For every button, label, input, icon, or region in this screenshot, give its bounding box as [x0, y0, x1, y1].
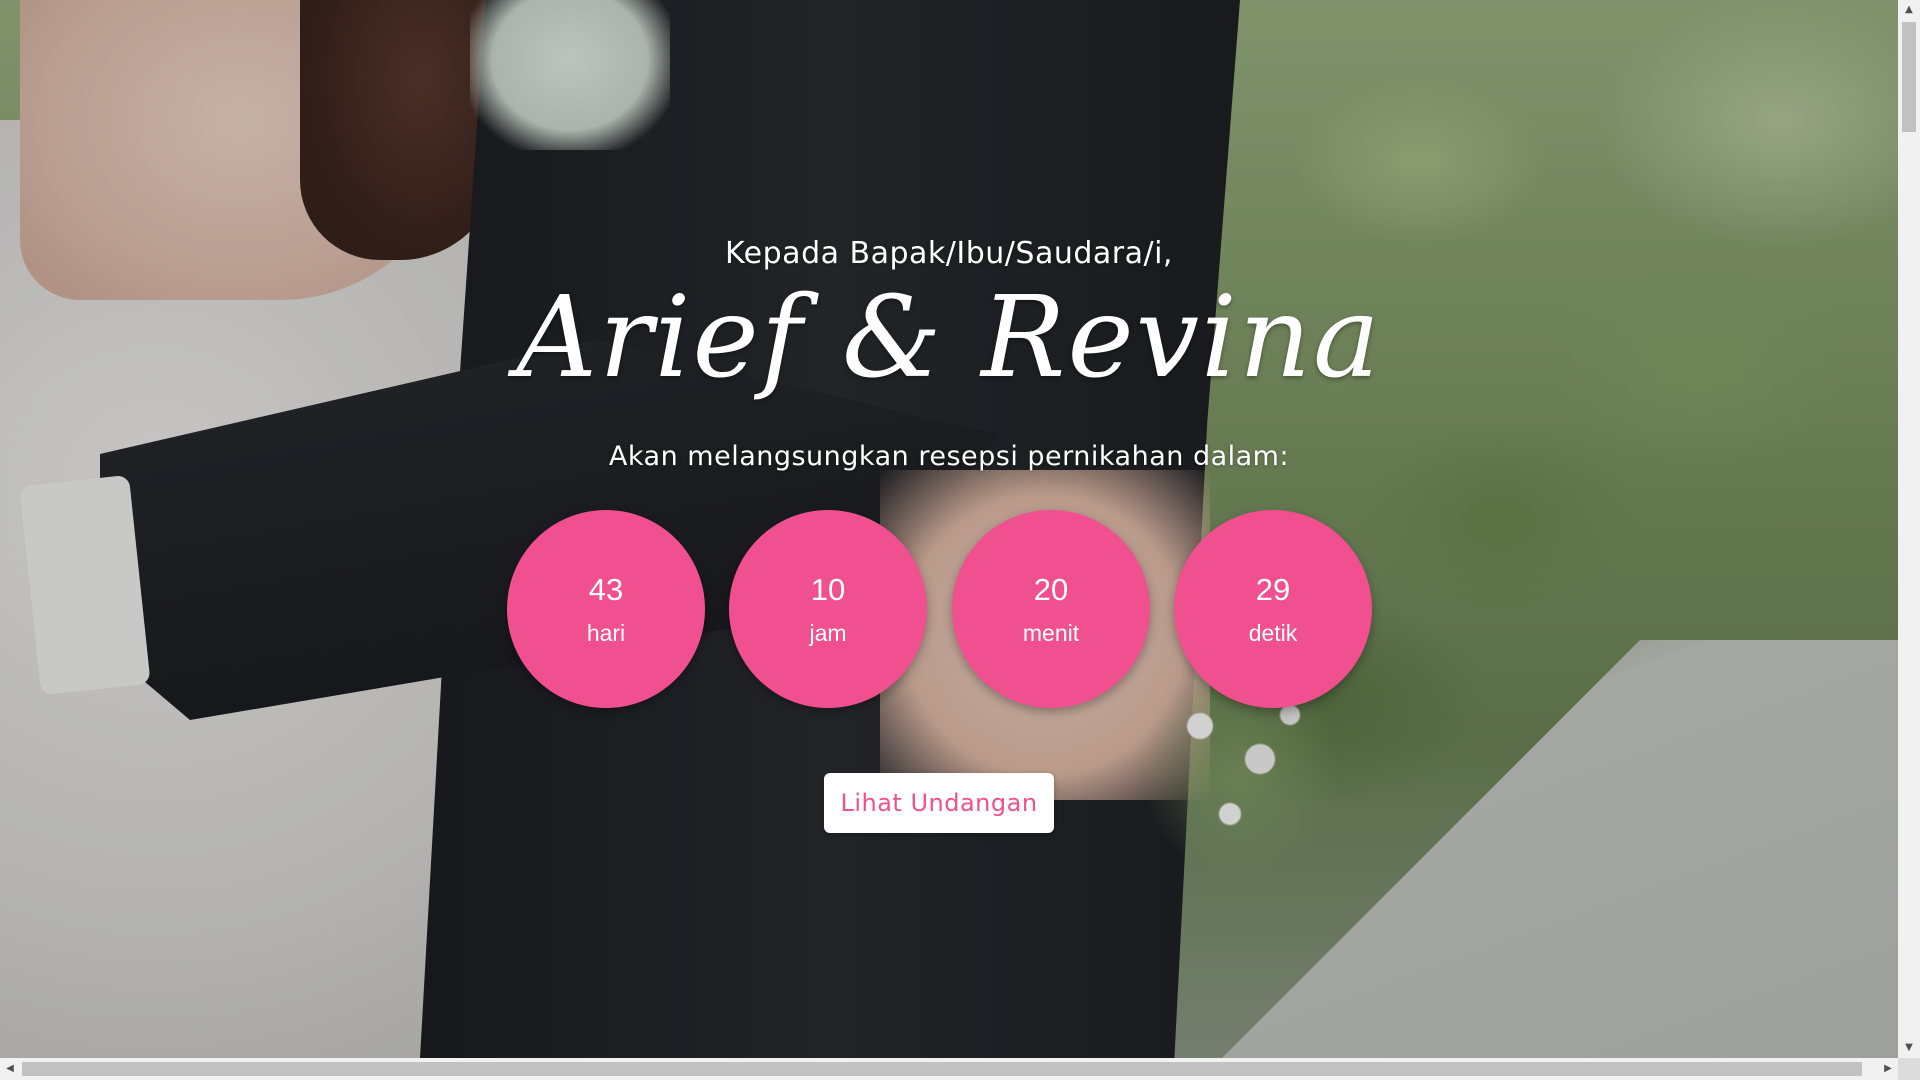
triangle-down-icon[interactable]: ▼	[1898, 1038, 1920, 1058]
hero-section: Kepada Bapak/Ibu/Saudara/i, Arief & Revi…	[0, 0, 1898, 1058]
triangle-up-icon[interactable]: ▲	[1898, 0, 1920, 20]
view-invitation-button[interactable]: Lihat Undangan	[824, 773, 1054, 833]
page-viewport: Kepada Bapak/Ibu/Saudara/i, Arief & Revi…	[0, 0, 1898, 1058]
countdown-hours-value: 10	[810, 572, 846, 607]
event-subtitle: Akan melangsungkan resepsi pernikahan da…	[608, 441, 1290, 472]
countdown-minutes-value: 20	[1033, 572, 1069, 607]
countdown-timer: 43 hari 10 jam 20 menit 29 detik	[507, 510, 1387, 710]
greeting-text: Kepada Bapak/Ibu/Saudara/i,	[725, 236, 1173, 271]
countdown-days-unit: hari	[586, 620, 626, 646]
countdown-seconds-value: 29	[1255, 572, 1291, 607]
horizontal-scroll-thumb[interactable]	[22, 1062, 1862, 1076]
countdown-seconds-unit: detik	[1248, 620, 1298, 646]
scrollbar-corner	[1898, 1058, 1920, 1080]
countdown-seconds: 29 detik	[1174, 510, 1372, 708]
triangle-left-icon[interactable]: ◀	[0, 1058, 20, 1080]
horizontal-scrollbar[interactable]: ◀ ▶	[0, 1058, 1898, 1080]
couple-names: Arief & Revina	[516, 273, 1382, 403]
countdown-hours: 10 jam	[729, 510, 927, 708]
vertical-scroll-thumb[interactable]	[1902, 22, 1916, 132]
countdown-minutes: 20 menit	[952, 510, 1150, 708]
countdown-days: 43 hari	[507, 510, 705, 708]
countdown-hours-unit: jam	[809, 620, 847, 646]
countdown-days-value: 43	[588, 572, 624, 607]
triangle-right-icon[interactable]: ▶	[1878, 1058, 1898, 1080]
vertical-scrollbar[interactable]: ▲ ▼	[1898, 0, 1920, 1058]
countdown-minutes-unit: menit	[1022, 620, 1080, 646]
